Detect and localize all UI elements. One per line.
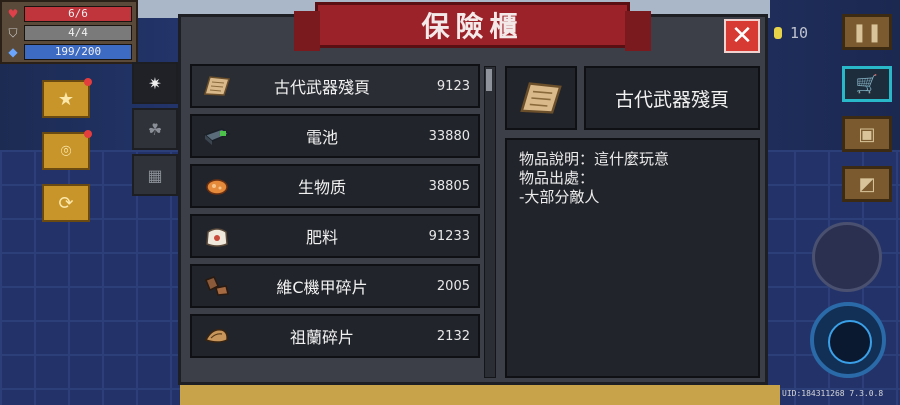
ticket-icon: ▦ bbox=[147, 165, 163, 185]
hp-bar: 6/6 bbox=[24, 6, 132, 22]
hp-row: ♥ 6/6 bbox=[6, 5, 132, 23]
tab-materials[interactable]: ✷ bbox=[132, 62, 178, 104]
fertilizer-bag-icon bbox=[200, 222, 234, 250]
parchment-icon bbox=[200, 72, 234, 100]
energy-bar: 199/200 bbox=[24, 44, 132, 60]
shield-icon: ⛉ bbox=[8, 25, 18, 40]
item-name: 古代武器殘頁 bbox=[273, 78, 370, 97]
armor-row: ⛉ 4/4 bbox=[6, 24, 132, 42]
desc-line: 物品說明：這什麼玩意 bbox=[519, 150, 670, 168]
list-item[interactable]: 生物质 38805 bbox=[190, 164, 480, 208]
detail-item-icon bbox=[505, 66, 577, 130]
item-name: 祖蘭碎片 bbox=[289, 328, 354, 347]
detail-item-name: 古代武器殘頁 bbox=[584, 66, 760, 130]
ribbon-left bbox=[294, 11, 320, 51]
shop-button[interactable]: 🛒 bbox=[842, 66, 892, 102]
coin-value: 10 bbox=[790, 24, 809, 42]
skill-button[interactable] bbox=[810, 302, 886, 378]
exit-button[interactable]: ◩ bbox=[842, 166, 892, 202]
notification-dot bbox=[84, 130, 92, 138]
energy-row: ◆ 199/200 bbox=[6, 43, 132, 61]
refresh-icon: ⟳ bbox=[58, 192, 74, 214]
pause-icon: ❚❚ bbox=[851, 21, 883, 43]
tab-seeds[interactable]: ☘ bbox=[132, 108, 178, 150]
desc-line: 物品出處： bbox=[519, 169, 595, 187]
biomass-icon bbox=[200, 172, 234, 200]
heart-icon: ♥ bbox=[7, 7, 19, 21]
item-qty: 9123 bbox=[436, 78, 470, 94]
detail-description: 物品說明：這什麼玩意 物品出處： -大部分敵人 bbox=[505, 138, 760, 378]
title-banner: 保險櫃 bbox=[294, 2, 651, 51]
tab-tickets[interactable]: ▦ bbox=[132, 154, 178, 196]
cart-icon: 🛒 bbox=[855, 73, 879, 95]
list-item[interactable]: 古代武器殘頁 9123 bbox=[190, 64, 480, 108]
close-button[interactable]: ✕ bbox=[724, 19, 760, 53]
star-icon: ★ bbox=[57, 88, 75, 110]
page-title: 保險櫃 bbox=[421, 10, 524, 43]
mech-fragment-icon bbox=[200, 272, 234, 300]
list-item[interactable]: 維C機甲碎片 2005 bbox=[190, 264, 480, 308]
map-pin-button[interactable]: ⌾ bbox=[42, 130, 92, 170]
item-name: 肥料 bbox=[305, 228, 338, 247]
list-scrollbar[interactable] bbox=[484, 66, 496, 378]
list-item[interactable]: 電池 33880 bbox=[190, 114, 480, 158]
notification-dot bbox=[84, 78, 92, 86]
close-x-icon: ✕ bbox=[731, 21, 753, 51]
item-name: 電池 bbox=[305, 128, 338, 147]
scrollbar-thumb[interactable] bbox=[486, 69, 492, 91]
background-carpet bbox=[180, 385, 780, 405]
battery-icon bbox=[200, 122, 234, 150]
profile-card-icon: ▣ bbox=[858, 123, 876, 145]
item-qty: 91233 bbox=[428, 228, 470, 244]
list-item[interactable]: 肥料 91233 bbox=[190, 214, 480, 258]
item-qty: 38805 bbox=[428, 178, 470, 194]
pause-button[interactable]: ❚❚ bbox=[842, 14, 892, 50]
item-list[interactable]: 古代武器殘頁 9123 電池 33880 生物质 38805 肥料 91233 … bbox=[190, 64, 480, 378]
item-qty: 33880 bbox=[428, 128, 470, 144]
item-name: 維C機甲碎片 bbox=[276, 278, 368, 297]
item-qty: 2005 bbox=[436, 278, 470, 294]
location-pin-icon: ⌾ bbox=[60, 140, 72, 162]
zulan-fragment-icon bbox=[200, 322, 234, 350]
player-stats: ♥ 6/6 ⛉ 4/4 ◆ 199/200 bbox=[0, 0, 138, 64]
diamond-icon: ◆ bbox=[8, 45, 18, 59]
coin-counter: 10 bbox=[774, 24, 808, 42]
armor-bar: 4/4 bbox=[24, 25, 132, 41]
parchment-icon bbox=[520, 82, 562, 114]
uid-label: UID:184311268 7.3.0.8 bbox=[782, 389, 884, 398]
desc-line: -大部分敵人 bbox=[519, 188, 600, 206]
buff-button[interactable]: ★ bbox=[42, 78, 92, 118]
weapon-switch-button[interactable] bbox=[812, 222, 882, 292]
swap-button[interactable]: ⟳ bbox=[42, 184, 90, 222]
exit-stairs-icon: ◩ bbox=[858, 173, 876, 195]
item-name: 生物质 bbox=[297, 178, 346, 197]
ribbon-right bbox=[625, 11, 651, 51]
coin-icon bbox=[774, 27, 782, 39]
item-qty: 2132 bbox=[436, 328, 470, 344]
sparkle-icon: ✷ bbox=[148, 73, 162, 93]
profile-button[interactable]: ▣ bbox=[842, 116, 892, 152]
list-item[interactable]: 祖蘭碎片 2132 bbox=[190, 314, 480, 358]
plant-icon: ☘ bbox=[147, 119, 163, 139]
